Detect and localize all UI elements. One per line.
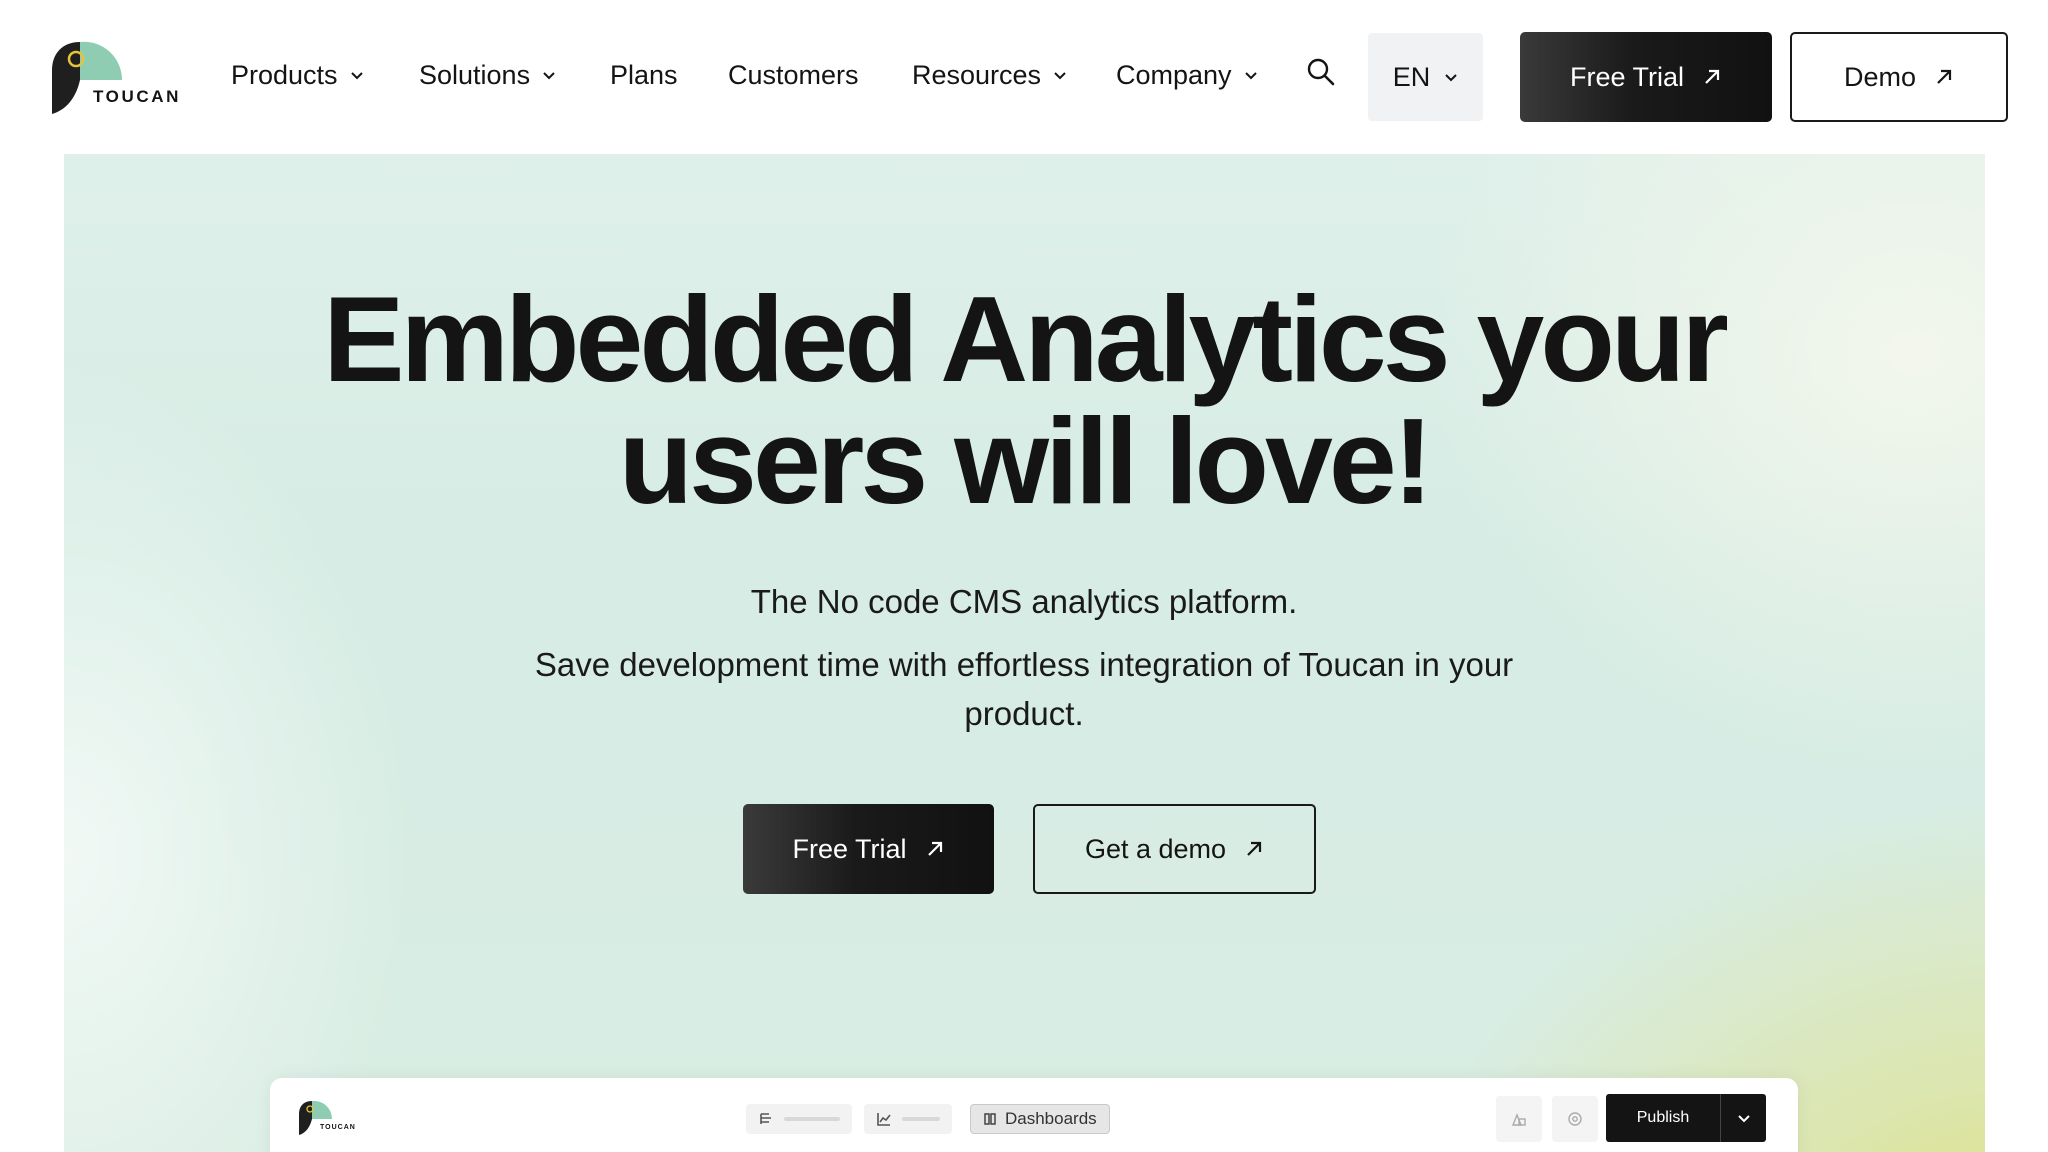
hero-description: Save development time with effortless in… <box>534 646 1514 732</box>
hero-headline-line1: Embedded Analytics your <box>323 271 1729 407</box>
nav-customers-label: Customers <box>728 59 859 90</box>
hero-get-demo-label: Get a demo <box>1084 833 1227 864</box>
nav-company[interactable]: Company <box>1116 58 1258 92</box>
text-block-icon <box>760 1113 771 1124</box>
arrow-up-right-icon <box>1705 69 1720 84</box>
nav-free-trial-button[interactable]: Free Trial <box>1520 32 1772 122</box>
nav-resources-label: Resources <box>912 59 1042 90</box>
nav-solutions-label: Solutions <box>419 59 531 90</box>
preview-publish-label: Publish <box>1636 1109 1690 1126</box>
chevron-down-icon <box>543 72 555 80</box>
nav-free-trial-label: Free Trial <box>1569 61 1685 92</box>
nav-demo-label: Demo <box>1843 61 1917 92</box>
preview-publish-button[interactable]: Publish <box>1606 1094 1766 1142</box>
arrow-up-right-icon <box>927 841 942 856</box>
nav-customers[interactable]: Customers <box>728 58 859 92</box>
hero-headline-line2: users will love! <box>618 393 1434 529</box>
nav-products-label: Products <box>231 59 338 90</box>
brand-wordmark: TOUCAN <box>93 87 182 106</box>
columns-icon <box>984 1113 996 1125</box>
arrow-up-right-icon <box>1937 69 1952 84</box>
language-label: EN <box>1392 61 1431 92</box>
preview-shapes-button[interactable] <box>1496 1096 1542 1142</box>
site-header: TOUCAN Products Solutions Plans Customer… <box>0 0 2048 153</box>
nav-solutions[interactable]: Solutions <box>419 58 556 92</box>
search-icon[interactable] <box>1306 57 1336 87</box>
line-chart-icon <box>877 1113 891 1126</box>
app-preview: TOUCAN Dashboards Publish <box>270 1078 1798 1152</box>
nav-resources[interactable]: Resources <box>912 58 1067 92</box>
hero-free-trial-button[interactable]: Free Trial <box>743 804 994 894</box>
nav-company-label: Company <box>1116 59 1232 90</box>
placeholder-bar <box>902 1117 940 1121</box>
chevron-down-icon <box>350 72 363 80</box>
chevron-down-icon <box>1054 72 1066 80</box>
chevron-down-icon <box>1737 1115 1750 1123</box>
hero-headline: Embedded Analytics your users will love! <box>0 278 2048 522</box>
hero-subtitle: The No code CMS analytics platform. <box>750 583 1298 620</box>
language-selector[interactable]: EN <box>1368 33 1483 121</box>
nav-products[interactable]: Products <box>231 58 364 92</box>
settings-icon <box>1568 1112 1582 1126</box>
chevron-down-icon <box>1244 72 1257 80</box>
chevron-down-icon <box>1445 74 1457 82</box>
hero-get-demo-button[interactable]: Get a demo <box>1033 804 1316 894</box>
arrow-up-right-icon <box>1247 841 1262 856</box>
placeholder-bar <box>784 1117 840 1121</box>
nav-plans-label: Plans <box>610 59 678 90</box>
hero-free-trial-label: Free Trial <box>792 833 907 864</box>
preview-dashboards-label: Dashboards <box>1005 1109 1097 1128</box>
nav-plans[interactable]: Plans <box>610 58 678 92</box>
shapes-icon <box>1511 1113 1526 1126</box>
preview-brand-wordmark: TOUCAN <box>320 1124 356 1131</box>
preview-settings-button[interactable] <box>1552 1096 1598 1142</box>
preview-text-tab[interactable] <box>746 1104 852 1134</box>
preview-dashboards-tab[interactable]: Dashboards <box>970 1104 1110 1134</box>
preview-chart-tab[interactable] <box>864 1104 952 1134</box>
preview-publish-dropdown[interactable] <box>1721 1113 1766 1123</box>
nav-demo-button[interactable]: Demo <box>1790 32 2008 122</box>
